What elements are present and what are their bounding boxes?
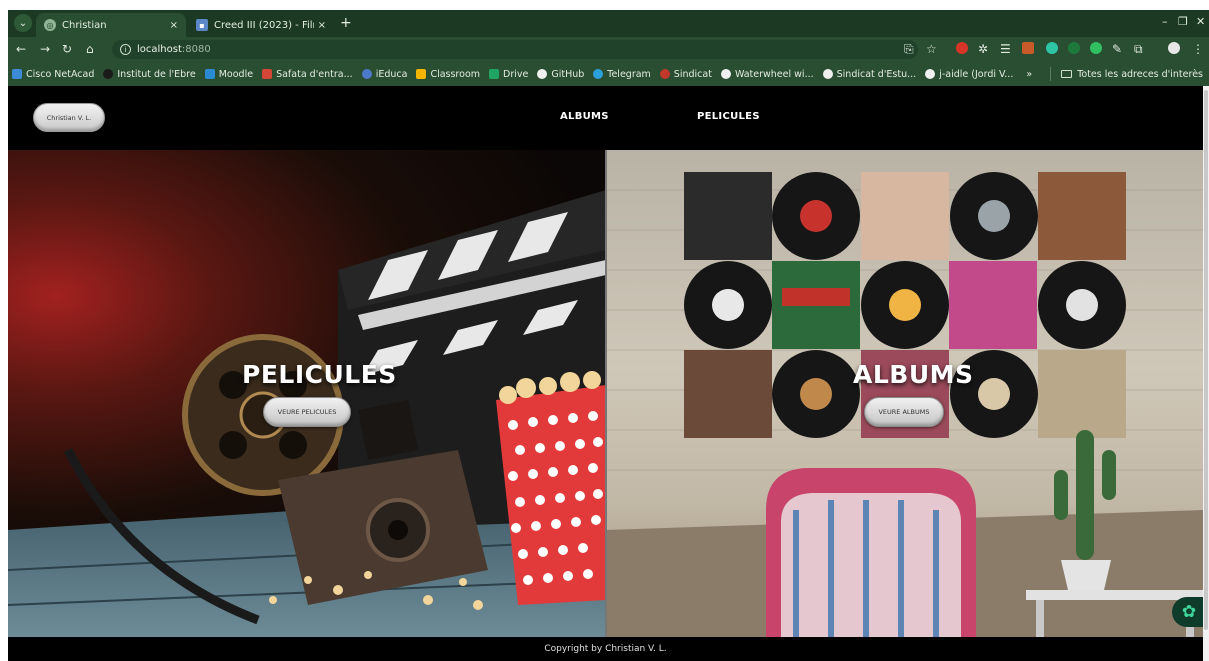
nav-link-albums[interactable]: ALBUMS (560, 111, 609, 122)
address-bar[interactable]: i localhost:8080 (112, 40, 918, 59)
github-icon (537, 69, 548, 79)
page-viewport: Christian V. L. ALBUMS PELICULES PELICUL… (8, 86, 1203, 661)
profile-avatar[interactable] (1168, 42, 1180, 54)
globe-icon: ◎ (44, 19, 56, 31)
bookmarks-overflow: » Totes les adreces d'interès (1026, 62, 1203, 86)
page-scrollbar[interactable] (1203, 86, 1209, 661)
site-footer: Copyright by Christian V. L. (8, 637, 1203, 661)
home-icon[interactable]: ⌂ (86, 42, 94, 56)
bookmark-item[interactable]: Telegram (593, 69, 651, 80)
copyright-text: Copyright by Christian V. L. (544, 644, 667, 654)
bookmark-item[interactable]: Moodle (204, 69, 253, 80)
bookmark-item[interactable]: iEduca (361, 69, 407, 80)
tab-close-icon[interactable]: × (318, 20, 326, 31)
bookmark-favicon-icon (659, 69, 670, 79)
extension-icon[interactable] (1022, 42, 1034, 54)
extensions-puzzle-icon[interactable]: ⧉ (1134, 42, 1143, 57)
bookmark-item[interactable]: Cisco NetAcad (12, 69, 94, 80)
bookmarks-bar: Cisco NetAcad Institut de l'Ebre Moodle … (8, 62, 1209, 86)
nav-link-pelicules[interactable]: PELICULES (697, 111, 760, 122)
bookmark-favicon-icon (12, 69, 22, 79)
browser-tabstrip: ⌄ ◎ Christian × ▪ Creed III (2023) - Fil… (8, 10, 1209, 37)
assistant-extension-icon[interactable]: ✿ (1172, 597, 1203, 627)
tab-title: Christian (62, 19, 107, 31)
bookmark-favicon-icon (103, 69, 114, 79)
bookmark-folder[interactable]: Totes les adreces d'interès (1077, 69, 1203, 80)
movie-scene-illustration (8, 190, 606, 637)
vinyl-wall-illustration (606, 172, 1203, 637)
scrollbar-thumb[interactable] (1204, 90, 1208, 630)
bookmark-item[interactable]: Sindicat (659, 69, 712, 80)
restore-icon[interactable]: ❐ (1178, 15, 1188, 28)
view-albums-button[interactable]: VEURE ALBUMS (864, 397, 944, 427)
bookmark-star-icon[interactable]: ☆ (926, 42, 937, 56)
view-pelicules-button[interactable]: VEURE PELICULES (263, 397, 351, 427)
browser-tab-filmaffinity[interactable]: ▪ Creed III (2023) - FilmAff × (188, 13, 334, 37)
tab-title: Creed III (2023) - FilmAff (214, 19, 314, 31)
folder-icon (1061, 70, 1073, 78)
new-tab-button[interactable]: + (340, 15, 352, 31)
bookmark-favicon-icon (416, 69, 427, 79)
bookmark-item[interactable]: GitHub (537, 69, 584, 80)
back-icon[interactable]: ← (16, 42, 26, 56)
browser-tab-active[interactable]: ◎ Christian × (36, 13, 186, 37)
browser-menu-icon[interactable]: ⋮ (1192, 42, 1204, 56)
bookmark-favicon-icon (262, 69, 273, 79)
extension-icon[interactable] (1046, 42, 1058, 54)
minimize-icon[interactable]: – (1162, 15, 1168, 28)
bookmark-favicon-icon (361, 69, 372, 79)
bookmark-item[interactable]: Waterwheel wi... (720, 69, 814, 80)
address-host: localhost (137, 44, 182, 55)
site-info-icon[interactable]: i (120, 44, 131, 55)
telegram-icon (593, 69, 604, 79)
bookmark-item[interactable]: Sindicat d'Estu... (822, 69, 916, 80)
hero-pelicules-title: PELICULES (242, 360, 397, 389)
hero-pelicules (8, 150, 606, 637)
bookmark-favicon-icon (204, 69, 215, 79)
close-window-icon[interactable]: ✕ (1196, 15, 1205, 28)
extension-icon[interactable]: ✲ (978, 42, 988, 56)
extension-icon[interactable] (956, 42, 968, 54)
bookmarks-separator (1050, 67, 1052, 81)
tab-search-icon[interactable]: ⌄ (14, 14, 32, 32)
address-port: :8080 (181, 44, 211, 55)
bookmark-favicon-icon (720, 69, 731, 79)
brand-button[interactable]: Christian V. L. (33, 103, 105, 132)
hero-albums (606, 150, 1203, 637)
reload-icon[interactable]: ↻ (62, 42, 72, 56)
hero-albums-title: ALBUMS (853, 360, 974, 389)
bookmark-item[interactable]: Drive (489, 69, 528, 80)
bookmark-item[interactable]: Classroom (416, 69, 480, 80)
github-icon (925, 69, 936, 79)
extension-icon[interactable] (1068, 42, 1080, 54)
extension-icon[interactable]: ☰ (1000, 42, 1011, 56)
extension-icon[interactable]: ✎ (1112, 42, 1122, 56)
translate-icon[interactable]: ⎘ (904, 42, 914, 57)
browser-toolbar: ← → ↻ ⌂ i localhost:8080 ⎘ ☆ ✲ ☰ ✎ ⧉ ⋮ (8, 37, 1209, 62)
bookmark-favicon-icon (489, 69, 500, 79)
filmaffinity-icon: ▪ (196, 19, 208, 31)
bookmark-favicon-icon (822, 69, 833, 79)
bookmark-item[interactable]: j-aidle (Jordi V... (925, 69, 1013, 80)
site-header: Christian V. L. ALBUMS PELICULES (8, 86, 1203, 150)
bookmark-item[interactable]: Safata d'entra... (262, 69, 353, 80)
hero-divider (605, 150, 607, 637)
tab-close-icon[interactable]: × (170, 20, 178, 31)
bookmark-item[interactable]: Institut de l'Ebre (103, 69, 196, 80)
more-bookmarks-button[interactable]: » (1026, 69, 1032, 80)
forward-icon[interactable]: → (40, 42, 50, 56)
extension-icon[interactable] (1090, 42, 1102, 54)
